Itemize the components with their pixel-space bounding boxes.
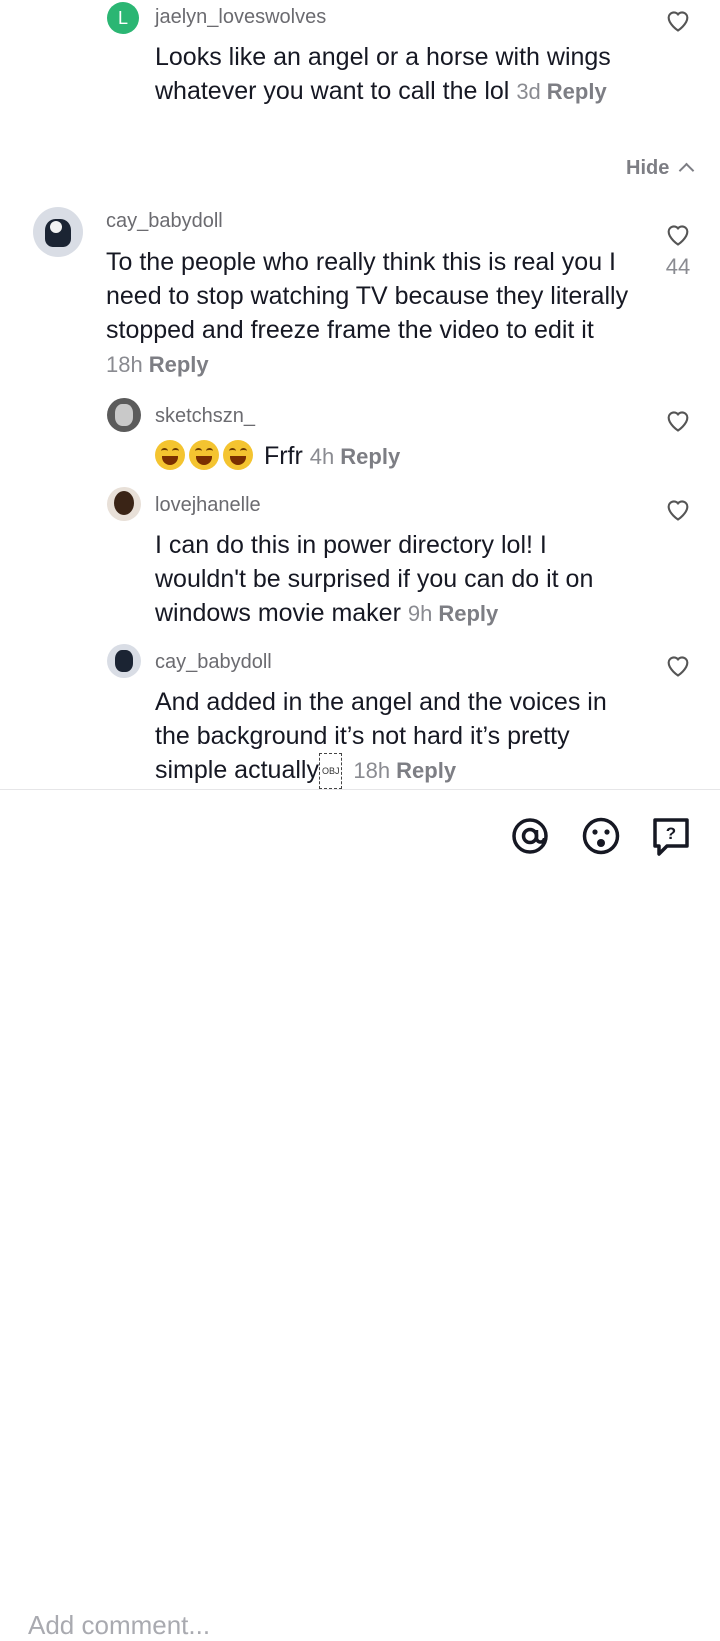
like-heart-icon[interactable] bbox=[663, 6, 693, 34]
svg-text:?: ? bbox=[666, 824, 676, 843]
comment-body: Frfr bbox=[263, 442, 303, 470]
like-heart-icon[interactable] bbox=[663, 220, 693, 248]
object-replacement-glyph: OBJ bbox=[318, 753, 343, 789]
avatar-photo-face bbox=[50, 221, 62, 233]
comment-input[interactable]: Add comment... bbox=[0, 790, 500, 1640]
like-count: 44 bbox=[665, 254, 691, 279]
reply-button[interactable]: Reply bbox=[547, 79, 607, 104]
avatar[interactable] bbox=[107, 487, 141, 521]
comment-username[interactable]: jaelyn_loveswolves bbox=[155, 6, 326, 29]
comment-username[interactable]: sketchszn_ bbox=[155, 405, 255, 428]
avatar-photo bbox=[115, 404, 133, 426]
comment-text: Frfr 4h Reply bbox=[155, 439, 625, 474]
reply-button[interactable]: Reply bbox=[396, 758, 456, 783]
avatar[interactable] bbox=[107, 644, 141, 678]
avatar-photo bbox=[115, 650, 133, 672]
comment-time: 18h bbox=[106, 352, 143, 377]
mention-icon[interactable] bbox=[510, 816, 550, 856]
question-sticker-icon[interactable]: ? bbox=[651, 816, 691, 858]
comment-text: I can do this in power directory lol! I … bbox=[155, 528, 630, 631]
avatar[interactable] bbox=[107, 398, 141, 432]
reply-button[interactable]: Reply bbox=[340, 444, 400, 469]
avatar[interactable] bbox=[33, 207, 83, 257]
comment-body: I can do this in power directory lol! I … bbox=[155, 531, 594, 627]
comment-text: Looks like an angel or a horse with wing… bbox=[155, 40, 625, 109]
like-heart-icon[interactable] bbox=[663, 651, 693, 679]
hide-replies-button[interactable]: Hide bbox=[626, 157, 695, 180]
avatar-letter: L bbox=[117, 8, 128, 28]
reply-button[interactable]: Reply bbox=[149, 352, 209, 377]
reply-button[interactable]: Reply bbox=[438, 601, 498, 626]
comment-username[interactable]: cay_babydoll bbox=[155, 651, 272, 674]
like-heart-icon[interactable] bbox=[663, 495, 693, 523]
comment-time: 18h bbox=[353, 758, 391, 783]
like-heart-icon[interactable] bbox=[663, 406, 693, 434]
comment-text: To the people who really think this is r… bbox=[106, 245, 631, 382]
chevron-up-icon bbox=[678, 162, 695, 179]
comment-input-placeholder: Add comment... bbox=[28, 1610, 211, 1640]
comment-body: To the people who really think this is r… bbox=[106, 248, 629, 344]
comment-time: 3d bbox=[516, 79, 541, 104]
comment-time: 4h bbox=[309, 444, 335, 469]
comment-body: Looks like an angel or a horse with wing… bbox=[155, 43, 611, 105]
comment-username[interactable]: cay_babydoll bbox=[106, 210, 223, 233]
emoji-icon[interactable] bbox=[581, 816, 621, 856]
comment-username[interactable]: lovejhanelle bbox=[155, 494, 261, 517]
hide-label: Hide bbox=[626, 157, 670, 179]
tears-of-joy-emoji-icon bbox=[189, 440, 219, 470]
comment-text: And added in the angel and the voices in… bbox=[155, 685, 635, 789]
tears-of-joy-emoji-icon bbox=[223, 440, 253, 470]
avatar[interactable]: L bbox=[107, 2, 139, 34]
avatar-photo bbox=[114, 491, 134, 515]
comment-time: 9h bbox=[407, 601, 433, 626]
tears-of-joy-emoji-icon bbox=[155, 440, 185, 470]
